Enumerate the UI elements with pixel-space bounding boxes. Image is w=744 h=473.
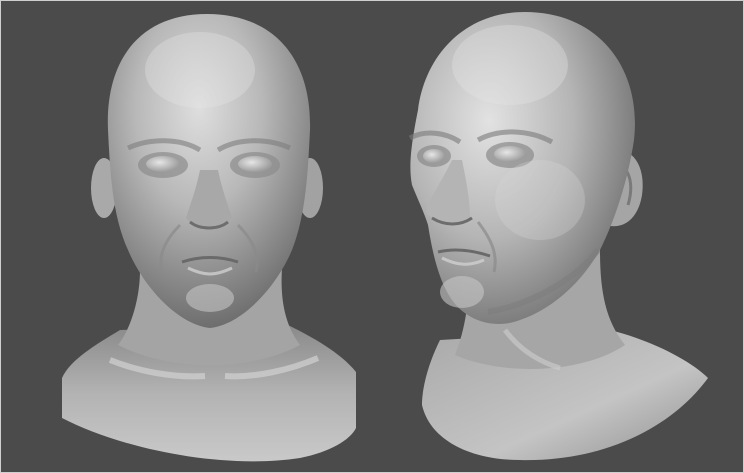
chin-front xyxy=(186,284,234,312)
render-viewport xyxy=(0,0,744,473)
eyeball-left-front xyxy=(146,156,180,172)
head-front-view xyxy=(62,14,356,462)
sculpt-render xyxy=(62,12,708,462)
eyeball-right-side xyxy=(494,146,526,162)
cheek-highlight-side xyxy=(495,160,585,240)
eyeball-left-side xyxy=(423,149,445,163)
forehead-highlight-side xyxy=(452,25,568,105)
head-three-quarter-view xyxy=(408,12,708,461)
chin-side xyxy=(440,276,484,308)
eyeball-right-front xyxy=(238,156,272,172)
forehead-highlight-front xyxy=(145,32,255,108)
